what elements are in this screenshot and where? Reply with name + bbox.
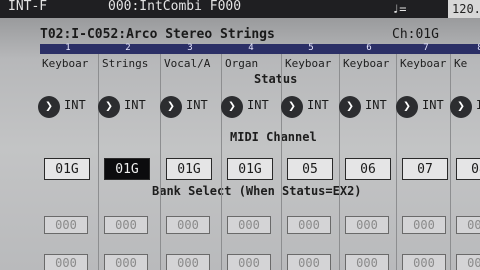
bank-lsb-field-7[interactable]: 000: [402, 254, 446, 270]
chevron-right-circle-icon: ❯: [221, 96, 243, 118]
column-divider: [98, 54, 99, 270]
midi-channel-field-1[interactable]: 01G: [44, 158, 90, 180]
combi-name: 000:IntCombi F000: [108, 0, 242, 14]
chevron-right-circle-icon: ❯: [281, 96, 303, 118]
status-value: INT: [247, 98, 269, 112]
bank-msb-field-3[interactable]: 000: [166, 216, 210, 234]
midi-channel-field-6[interactable]: 06: [345, 158, 391, 180]
status-value: INT: [307, 98, 329, 112]
midi-channel-field-2[interactable]: 01G: [104, 158, 150, 180]
column-divider: [339, 54, 340, 270]
column-divider: [281, 54, 282, 270]
status-value: INT: [365, 98, 387, 112]
status-section-title: Status: [254, 72, 298, 86]
bank-msb-field-2[interactable]: 000: [104, 216, 148, 234]
timbre-number-6: 6: [366, 43, 372, 53]
program-name-1: Keyboar: [42, 57, 89, 70]
bank-select-section-title: Bank Select (When Status=EX2): [152, 184, 362, 198]
timbre-channel: Ch:01G: [392, 27, 439, 42]
timbre-number-3: 3: [187, 43, 193, 53]
timbre-number-4: 4: [248, 43, 254, 53]
status-value: INT: [124, 98, 146, 112]
column-divider: [450, 54, 451, 270]
program-name-7: Keyboar: [400, 57, 447, 70]
status-value: I: [476, 98, 480, 112]
chevron-right-circle-icon: ❯: [396, 96, 418, 118]
bank-lsb-field-5[interactable]: 000: [287, 254, 331, 270]
column-divider: [160, 54, 161, 270]
program-name-6: Keyboar: [343, 57, 390, 70]
bank-lsb-field-4[interactable]: 000: [227, 254, 271, 270]
mode-label: INT-F: [8, 0, 48, 14]
timbre-number-1: 1: [65, 43, 71, 53]
timbre-number-8: 8: [477, 43, 480, 53]
midi-channel-field-5[interactable]: 05: [287, 158, 333, 180]
timbre-number-7: 7: [423, 43, 429, 53]
bank-msb-field-5[interactable]: 000: [287, 216, 331, 234]
bank-msb-field-8[interactable]: 000: [456, 216, 480, 234]
combi-edit-screen: INT-F 000:IntCombi F000 ♩= 120.0 T02:I-C…: [0, 0, 480, 270]
bank-msb-field-1[interactable]: 000: [44, 216, 88, 234]
program-name-3: Vocal/A: [164, 57, 211, 70]
timbre-number-2: 2: [125, 43, 131, 53]
program-name-2: Strings: [102, 57, 149, 70]
status-value: INT: [422, 98, 444, 112]
status-value: INT: [186, 98, 208, 112]
chevron-right-circle-icon: ❯: [98, 96, 120, 118]
bank-msb-field-6[interactable]: 000: [345, 216, 389, 234]
column-divider: [221, 54, 222, 270]
chevron-right-circle-icon: ❯: [450, 96, 472, 118]
status-value: INT: [64, 98, 86, 112]
timbre-label: T02:I-C052:Arco Stereo Strings: [40, 27, 275, 42]
bank-msb-field-7[interactable]: 000: [402, 216, 446, 234]
chevron-right-circle-icon: ❯: [160, 96, 182, 118]
chevron-right-circle-icon: ❯: [38, 96, 60, 118]
tempo-symbol: ♩=: [392, 2, 407, 16]
bank-lsb-field-6[interactable]: 000: [345, 254, 389, 270]
program-name-5: Keyboar: [285, 57, 332, 70]
midi-channel-field-3[interactable]: 01G: [166, 158, 212, 180]
column-divider: [396, 54, 397, 270]
bank-lsb-field-3[interactable]: 000: [166, 254, 210, 270]
program-name-8: Ke: [454, 57, 468, 70]
program-name-4: Organ: [225, 57, 259, 70]
midi-channel-section-title: MIDI Channel: [230, 130, 317, 144]
timbre-number-bar: 1 2 3 4 5 6 7 8: [40, 43, 480, 54]
bank-lsb-field-2[interactable]: 000: [104, 254, 148, 270]
bank-lsb-field-8[interactable]: 000: [456, 254, 480, 270]
timbre-title: T02:I-C052:Arco Stereo Strings Ch:01G: [40, 25, 480, 45]
timbre-number-5: 5: [308, 43, 314, 53]
bank-msb-field-4[interactable]: 000: [227, 216, 271, 234]
bank-lsb-field-1[interactable]: 000: [44, 254, 88, 270]
midi-channel-field-4[interactable]: 01G: [227, 158, 273, 180]
midi-channel-field-8[interactable]: 08: [456, 158, 480, 180]
tempo-value[interactable]: 120.0: [448, 0, 480, 18]
midi-channel-field-7[interactable]: 07: [402, 158, 448, 180]
header-bar: INT-F 000:IntCombi F000 ♩= 120.0: [0, 0, 480, 18]
chevron-right-circle-icon: ❯: [339, 96, 361, 118]
